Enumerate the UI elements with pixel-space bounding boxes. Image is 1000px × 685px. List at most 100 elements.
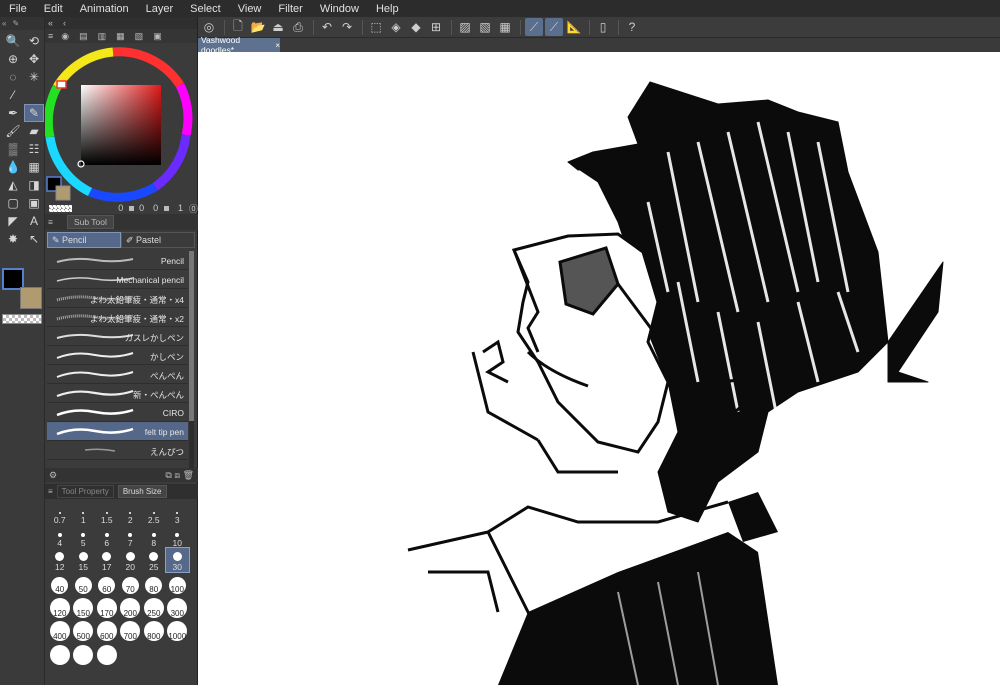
clear-selection-icon[interactable]: ⬚ xyxy=(367,18,385,36)
brush-list-scrollbar[interactable] xyxy=(189,251,194,476)
ruler-tool-icon[interactable]: ◤ xyxy=(3,212,23,230)
transparent-color-swatch[interactable] xyxy=(2,314,42,324)
brush-size-option[interactable]: 70 xyxy=(119,572,143,596)
correct-line-icon[interactable]: ↖ xyxy=(24,230,44,248)
tab-tool-property[interactable]: Tool Property xyxy=(56,485,114,498)
menu-icon[interactable]: ≡ xyxy=(48,487,53,496)
list-item[interactable]: felt tip pen xyxy=(47,422,188,441)
stabilization-alt-icon[interactable]: ⟋ xyxy=(545,18,563,36)
fill-icon[interactable]: ◭ xyxy=(3,176,23,194)
collapse-icon[interactable]: « xyxy=(48,18,53,28)
brush-size-option[interactable]: 0.7 xyxy=(48,501,72,525)
copy-icon[interactable]: ⧉ xyxy=(165,470,171,480)
brush-size-option[interactable]: 600 xyxy=(95,619,119,643)
brush-size-option[interactable] xyxy=(48,642,72,666)
brush-size-option[interactable]: 50 xyxy=(72,572,96,596)
brush-size-option[interactable]: 10 xyxy=(166,525,190,548)
lasso-icon[interactable]: ◌ xyxy=(3,68,23,86)
save-icon[interactable]: ⏏ xyxy=(269,18,287,36)
eyedropper-icon[interactable]: ⁄ xyxy=(3,86,23,104)
category-pastel[interactable]: ✐ Pastel xyxy=(121,232,195,248)
panel-close-icon[interactable]: ▣ xyxy=(153,31,162,42)
balloon-icon[interactable]: ✸ xyxy=(3,230,23,248)
magic-wand-icon[interactable]: ✳ xyxy=(24,68,44,86)
drawing-canvas[interactable] xyxy=(198,52,1000,685)
help-icon[interactable]: ? xyxy=(623,18,641,36)
app-icon[interactable]: ◎ xyxy=(200,18,218,36)
brush-size-option[interactable]: 170 xyxy=(95,595,119,619)
brush-size-option[interactable]: 100 xyxy=(166,572,190,596)
list-item[interactable]: 新・ぺんぺん xyxy=(47,384,188,403)
ruler-icon[interactable]: 📐 xyxy=(565,18,583,36)
brush-size-option[interactable]: 2 xyxy=(119,501,143,525)
menu-layer[interactable]: Layer xyxy=(137,3,182,15)
list-item[interactable]: えんぴつ xyxy=(47,441,188,460)
fill-selection-icon[interactable]: ◈ xyxy=(387,18,405,36)
brush-size-option[interactable]: 500 xyxy=(72,619,96,643)
transform-icon[interactable]: ◆ xyxy=(407,18,425,36)
menu-view[interactable]: View xyxy=(229,3,270,15)
brush-size-option[interactable]: 7 xyxy=(119,525,143,548)
menu-icon[interactable]: ≡ xyxy=(48,31,53,41)
menu-icon[interactable]: ≡ xyxy=(48,217,53,227)
brush-size-option[interactable]: 3 xyxy=(166,501,190,525)
brush-size-option[interactable]: 25 xyxy=(142,548,166,572)
brush-size-option[interactable]: 17 xyxy=(95,548,119,572)
redo-icon[interactable]: ↷ xyxy=(338,18,356,36)
list-item[interactable]: Mechanical pencil xyxy=(47,270,188,289)
brush-size-option[interactable]: 400 xyxy=(48,619,72,643)
snap-grid-icon[interactable]: ▦ xyxy=(496,18,514,36)
rotate-icon[interactable]: ⟲ xyxy=(24,32,44,50)
object-icon[interactable]: ⊕ xyxy=(3,50,23,68)
brush-size-option[interactable]: 30 xyxy=(164,547,190,573)
list-item[interactable]: よわ太鉛筆疲・通常・x2 xyxy=(47,308,188,327)
scale-icon[interactable]: ⊞ xyxy=(427,18,445,36)
brush-size-option[interactable]: 20 xyxy=(119,548,143,572)
menu-file[interactable]: File xyxy=(0,3,35,15)
menu-edit[interactable]: Edit xyxy=(35,3,71,15)
move-icon[interactable]: ✥ xyxy=(24,50,44,68)
subtool-tab[interactable]: Sub Tool xyxy=(66,215,114,229)
category-pencil[interactable]: ✎ Pencil xyxy=(47,232,121,248)
blend-icon[interactable]: 💧 xyxy=(3,158,23,176)
list-item[interactable]: CIRO xyxy=(47,403,188,422)
list-item[interactable]: ぺんぺん xyxy=(47,365,188,384)
new-file-icon[interactable]: 🗋 xyxy=(229,18,247,36)
scrollbar-thumb[interactable] xyxy=(189,251,194,421)
brush-size-option[interactable]: 1 xyxy=(72,501,96,525)
brush-size-option[interactable]: 200 xyxy=(119,595,143,619)
brush-size-option[interactable]: 120 xyxy=(48,595,72,619)
brush-size-option[interactable]: 2.5 xyxy=(142,501,166,525)
color-slider-tab-icon[interactable]: ▦ xyxy=(116,31,125,42)
approx-color-tab-icon[interactable]: ▧ xyxy=(135,31,144,42)
collapse-icon[interactable]: « xyxy=(2,19,6,28)
eraser-icon[interactable]: ▰ xyxy=(24,122,44,140)
brush-size-option[interactable]: 80 xyxy=(142,572,166,596)
saturation-value-square[interactable] xyxy=(81,85,161,165)
tab-brush-size[interactable]: Brush Size xyxy=(117,485,167,498)
list-item[interactable]: Pencil xyxy=(47,251,188,270)
brush-size-option[interactable]: 150 xyxy=(72,595,96,619)
list-item[interactable]: よわ太鉛筆疲・通常・x4 xyxy=(47,289,188,308)
device-icon[interactable]: ▯ xyxy=(594,18,612,36)
color-wheel-tab-icon[interactable]: ◉ xyxy=(61,31,69,42)
pencil-icon[interactable]: ✎ xyxy=(24,104,44,122)
hue-marker[interactable] xyxy=(56,80,67,89)
color-info-icon[interactable]: ⓪ xyxy=(189,202,198,215)
brush-size-option[interactable]: 700 xyxy=(119,619,143,643)
color-history-tab-icon[interactable]: ▥ xyxy=(98,31,107,42)
mini-sub-color[interactable] xyxy=(55,185,71,201)
brush-size-option[interactable]: 4 xyxy=(48,525,72,548)
gradient-icon[interactable]: ◨ xyxy=(24,176,44,194)
list-item[interactable]: カスレかしペン xyxy=(47,327,188,346)
brush-size-option[interactable]: 1.5 xyxy=(95,501,119,525)
menu-window[interactable]: Window xyxy=(311,3,367,15)
sub-color-swatch[interactable] xyxy=(20,287,42,309)
brush-icon[interactable]: 🖌 xyxy=(3,122,23,140)
decoration-icon[interactable]: ☷ xyxy=(24,140,44,158)
subtool-settings-icon[interactable]: ⚙ xyxy=(49,470,57,481)
figure-icon[interactable]: ▢ xyxy=(3,194,23,212)
duplicate-icon[interactable]: ⧈ xyxy=(174,470,180,480)
brush-size-option[interactable]: 800 xyxy=(142,619,166,643)
brush-size-option[interactable]: 5 xyxy=(72,525,96,548)
